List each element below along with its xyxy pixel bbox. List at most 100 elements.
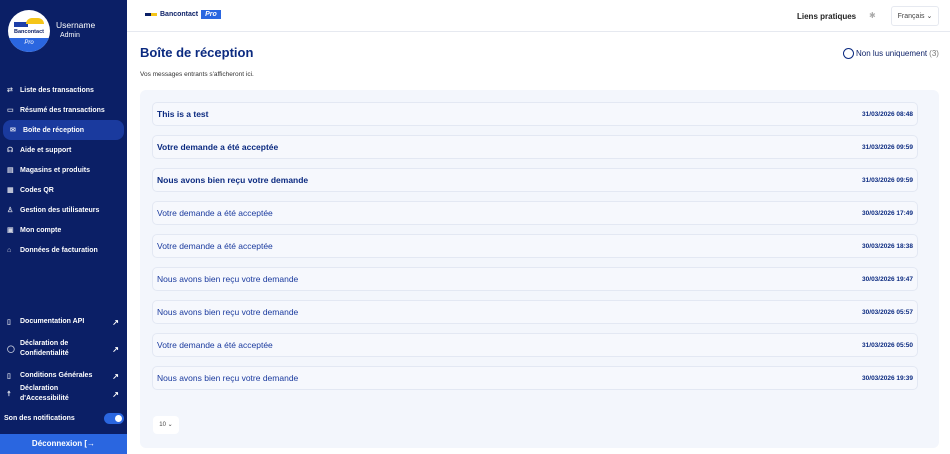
sidebar-item-1[interactable]: ▭ Résumé des transactions — [0, 100, 124, 120]
sidebar-item-5[interactable]: ▦ Codes QR — [0, 180, 124, 200]
message-date: 30/03/2026 19:47 — [862, 275, 913, 283]
sidebar-link-label: Documentation API — [20, 318, 85, 326]
unread-label: Non lus uniquement — [856, 49, 928, 58]
sidebar-item-label: Mon compte — [20, 226, 62, 234]
sidebar-link-2[interactable]: ▯ Conditions Générales ↗ — [0, 367, 127, 385]
sidebar-item-6[interactable]: ♙ Gestion des utilisateurs — [0, 200, 124, 220]
message-date: 30/03/2026 19:39 — [862, 374, 913, 382]
language-select[interactable]: Français ⌄ — [891, 6, 939, 26]
message-date: 31/03/2026 09:59 — [862, 176, 913, 184]
user-role: Admin — [60, 32, 80, 39]
sidebar-item-label: Magasins et produits — [20, 166, 91, 174]
message-row[interactable]: Nous avons bien reçu votre demande 30/03/… — [152, 300, 918, 324]
username: Username — [56, 20, 96, 30]
message-subject: Votre demande a été acceptée — [157, 340, 273, 350]
page-size-value: 10 — [159, 422, 166, 428]
sidebar: Bancontact Pro Username Admin ⇄ Liste des… — [0, 0, 127, 454]
message-row[interactable]: Nous avons bien reçu votre demande 30/03/… — [152, 366, 918, 390]
avatar-pro-badge: Pro — [8, 38, 50, 52]
message-row[interactable]: Votre demande a été acceptée 30/03/2026 1… — [152, 201, 918, 225]
notifications-row: Son des notifications — [4, 413, 124, 424]
message-subject: This is a test — [157, 109, 209, 119]
chevron-down-icon: ⌄ — [167, 422, 173, 428]
message-subject: Votre demande a été acceptée — [157, 142, 279, 152]
message-subject: Nous avons bien reçu votre demande — [157, 274, 299, 284]
sidebar-item-label: Boîte de réception — [23, 126, 85, 134]
chevron-down-icon: ⌄ — [926, 13, 933, 20]
notifications-toggle[interactable] — [104, 413, 124, 424]
message-row[interactable]: Votre demande a été acceptée 31/03/2026 0… — [152, 333, 918, 357]
nav-icon: ♙ — [7, 207, 14, 214]
unread-only-filter[interactable]: Non lus uniquement (3) — [843, 48, 939, 59]
brand-logo[interactable]: Bancontact Pro — [145, 10, 221, 19]
logo-mark-icon — [145, 13, 157, 16]
message-date: 31/03/2026 08:48 — [862, 110, 913, 118]
logout-label: Déconnexion — [31, 439, 83, 448]
unread-count: (3) — [929, 49, 939, 58]
useful-links-menu[interactable]: Liens pratiques — [797, 12, 856, 21]
sidebar-link-1[interactable]: ◯ Déclaration de Confidentialité ↗ — [0, 331, 127, 367]
sidebar-item-label: Données de facturation — [20, 246, 98, 254]
sidebar-item-label: Codes QR — [20, 186, 54, 194]
sidebar-item-label: Gestion des utilisateurs — [20, 206, 100, 214]
language-value: Français — [897, 13, 925, 20]
nav-icon: ▣ — [7, 227, 14, 234]
page-subtitle: Vos messages entrants s'afficheront ici. — [140, 71, 254, 78]
avatar-logo-text: Bancontact — [14, 29, 44, 35]
sidebar-nav: ⇄ Liste des transactions ▭ Résumé des trans… — [0, 80, 127, 260]
external-link-icon: ↗ — [112, 371, 119, 381]
page-title: Boîte de réception — [140, 45, 254, 60]
doc-icon: ▯ — [7, 373, 11, 380]
message-row[interactable]: Votre demande a été acceptée 30/03/2026 1… — [152, 234, 918, 258]
sidebar-link-0[interactable]: ▯ Documentation API ↗ — [0, 313, 127, 331]
brand-badge: Pro — [201, 10, 221, 19]
sidebar-link-label: Déclaration d'Accessibilité — [20, 385, 69, 402]
settings-icon[interactable]: ✱ — [869, 11, 876, 20]
message-date: 31/03/2026 09:59 — [862, 143, 913, 151]
message-subject: Votre demande a été acceptée — [157, 208, 273, 218]
message-subject: Votre demande a été acceptée — [157, 241, 273, 251]
page-size-select[interactable]: 10 ⌄ — [153, 416, 179, 434]
message-subject: Nous avons bien reçu votre demande — [157, 373, 299, 383]
nav-icon: ▭ — [7, 107, 14, 114]
brand-name: Bancontact — [160, 11, 199, 18]
sidebar-link-label: Déclaration de Confidentialité — [20, 340, 69, 357]
nav-icon: ⌂ — [7, 246, 12, 254]
logout-button[interactable]: Déconnexion [→ — [0, 434, 127, 454]
sidebar-item-label: Liste des transactions — [20, 86, 94, 94]
message-row[interactable]: This is a test 31/03/2026 08:48 — [152, 102, 918, 126]
external-link-icon: ↗ — [112, 317, 119, 327]
sidebar-item-7[interactable]: ▣ Mon compte — [0, 220, 124, 240]
external-link-icon: ↗ — [112, 389, 119, 399]
message-subject: Nous avons bien reçu votre demande — [157, 307, 299, 317]
sidebar-item-3[interactable]: ☊ Aide et support — [0, 140, 124, 160]
sidebar-link-label: Conditions Générales — [20, 372, 93, 380]
sidebar-bottom-links: ▯ Documentation API ↗ ◯ Déclaration de Confi… — [0, 313, 127, 403]
message-date: 30/03/2026 18:38 — [862, 242, 913, 250]
sidebar-item-2[interactable]: ✉ Boîte de réception — [3, 120, 124, 140]
sidebar-link-3[interactable]: ☨ Déclaration d'Accessibilité ↗ — [0, 385, 127, 403]
sidebar-item-0[interactable]: ⇄ Liste des transactions — [0, 80, 124, 100]
nav-icon: ☊ — [7, 147, 14, 154]
sidebar-item-4[interactable]: ▤ Magasins et produits — [0, 160, 124, 180]
message-list: This is a test 31/03/2026 08:48 Votre dema… — [140, 90, 939, 448]
nav-icon: ⇄ — [7, 87, 13, 94]
message-date: 30/03/2026 05:57 — [862, 308, 913, 316]
doc-icon: ▯ — [7, 319, 11, 326]
nav-icon: ▦ — [7, 187, 14, 194]
nav-icon: ✉ — [10, 127, 16, 134]
message-row[interactable]: Nous avons bien reçu votre demande 31/03/… — [152, 168, 918, 192]
message-date: 30/03/2026 17:49 — [862, 209, 913, 217]
sidebar-item-label: Aide et support — [20, 146, 72, 154]
message-row[interactable]: Votre demande a été acceptée 31/03/2026 0… — [152, 135, 918, 159]
unread-radio[interactable] — [843, 48, 854, 59]
message-row[interactable]: Nous avons bien reçu votre demande 30/03/… — [152, 267, 918, 291]
doc-icon: ◯ — [7, 346, 15, 353]
sidebar-item-8[interactable]: ⌂ Données de facturation — [0, 240, 124, 260]
topbar: Bancontact Pro Liens pratiques ✱ Français… — [127, 0, 950, 32]
logout-icon: [→ — [84, 439, 96, 448]
external-link-icon: ↗ — [112, 344, 119, 354]
doc-icon: ☨ — [7, 391, 11, 398]
avatar[interactable]: Bancontact Pro — [8, 10, 50, 52]
nav-icon: ▤ — [7, 167, 14, 174]
